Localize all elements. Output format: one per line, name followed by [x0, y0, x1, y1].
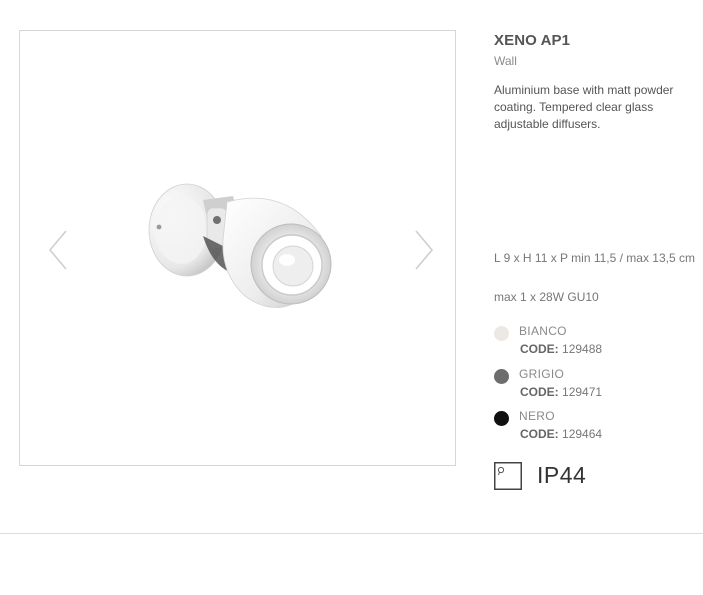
code-value: 129488 — [562, 342, 603, 356]
code-label: CODE: — [520, 342, 559, 356]
variant-name: GRIGIO — [519, 367, 565, 381]
code-label: CODE: — [520, 385, 559, 399]
section-divider — [0, 533, 703, 534]
color-swatch-bianco[interactable] — [494, 326, 509, 341]
product-category: Wall — [494, 54, 517, 68]
product-description: Aluminium base with matt powder coating.… — [494, 83, 674, 131]
code-value: 129471 — [562, 385, 603, 399]
product-title: XENO AP1 — [494, 32, 571, 49]
variant-name: NERO — [519, 409, 555, 423]
product-lamp-spec: max 1 x 28W GU10 — [494, 290, 599, 304]
variant-bianco[interactable]: BIANCO CODE: 129488 — [494, 324, 694, 364]
variant-nero[interactable]: NERO CODE: 129464 — [494, 409, 694, 449]
color-swatch-grigio[interactable] — [494, 369, 509, 384]
product-image — [148, 183, 332, 308]
product-dimensions: L 9 x H 11 x P min 11,5 / max 13,5 cm — [494, 251, 695, 265]
code-value: 129464 — [562, 427, 603, 441]
variant-grigio[interactable]: GRIGIO CODE: 129471 — [494, 367, 694, 407]
ip-rating-icon — [494, 462, 522, 490]
variant-code: CODE: 129471 — [520, 385, 602, 399]
variant-code: CODE: 129488 — [520, 342, 602, 356]
chevron-left-icon[interactable] — [46, 228, 70, 272]
variant-code: CODE: 129464 — [520, 427, 602, 441]
chevron-right-icon[interactable] — [412, 228, 436, 272]
color-swatch-nero[interactable] — [494, 411, 509, 426]
code-label: CODE: — [520, 427, 559, 441]
variant-name: BIANCO — [519, 324, 567, 338]
ip-rating-label: IP44 — [537, 462, 587, 488]
